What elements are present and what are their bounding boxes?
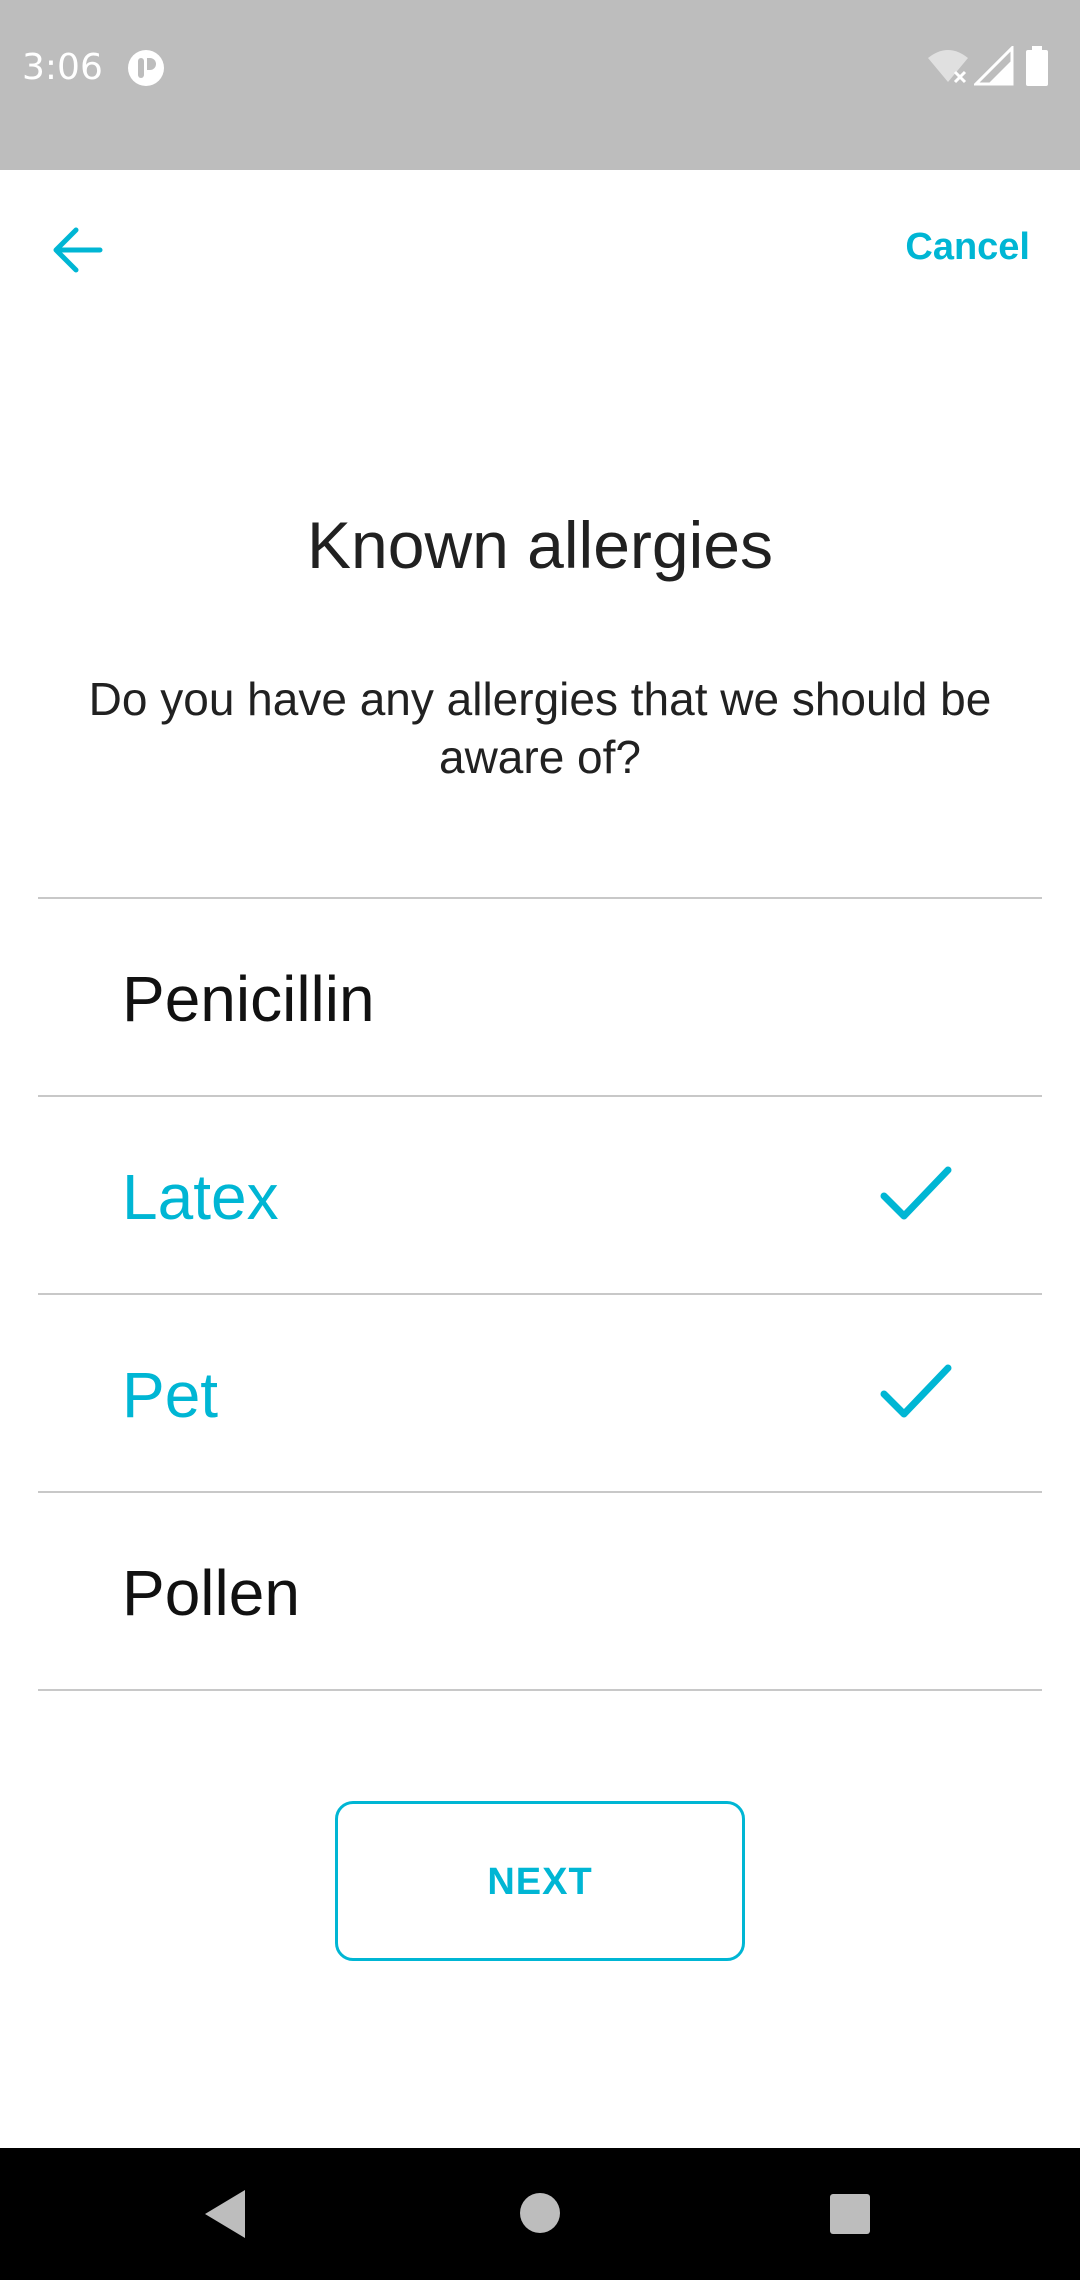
status-time: 3:06 (22, 47, 103, 88)
wifi-off-icon (928, 50, 968, 84)
allergy-list: Penicillin Latex Pet Pollen (38, 897, 1042, 1691)
home-circle-icon[interactable] (519, 2192, 561, 2234)
checkmark-icon (880, 1364, 952, 1418)
allergy-item-penicillin[interactable]: Penicillin (38, 899, 1042, 1095)
app-notification-icon (128, 50, 164, 86)
page-subtitle: Do you have any allergies that we should… (88, 673, 992, 783)
status-bar: 3:06 (0, 0, 1080, 170)
allergy-label: Penicillin (122, 963, 375, 1035)
allergy-item-pet[interactable]: Pet (38, 1295, 1042, 1491)
next-button[interactable]: NEXT (335, 1801, 745, 1961)
recents-square-icon[interactable] (829, 2193, 871, 2235)
back-triangle-icon[interactable] (203, 2188, 247, 2240)
battery-icon (1026, 46, 1048, 86)
back-button[interactable] (40, 212, 116, 288)
allergy-label: Latex (122, 1161, 279, 1233)
page-title: Known allergies (307, 508, 773, 582)
checkmark-icon (880, 1166, 952, 1220)
signal-icon (974, 46, 1014, 86)
allergy-item-pollen[interactable]: Pollen (38, 1493, 1042, 1689)
cancel-button[interactable]: Cancel (905, 222, 1030, 272)
allergy-label: Pet (122, 1359, 219, 1431)
allergy-item-latex[interactable]: Latex (38, 1097, 1042, 1293)
arrow-left-icon (53, 227, 103, 273)
list-divider (38, 1689, 1042, 1691)
navigation-bar (0, 2148, 1080, 2280)
allergy-label: Pollen (122, 1557, 300, 1629)
